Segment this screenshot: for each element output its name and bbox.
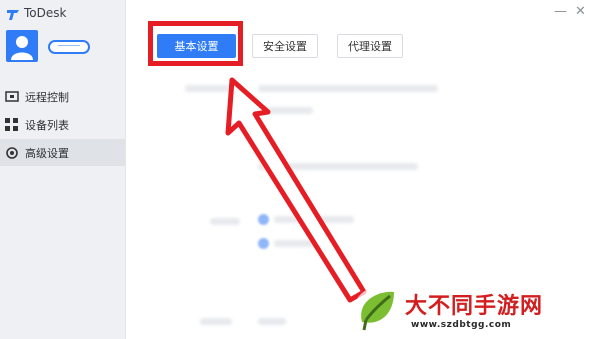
watermark-url: www.szdbtgg.com	[411, 320, 512, 330]
tab-proxy-settings[interactable]: 代理设置	[337, 34, 403, 58]
blurred-setting-value	[258, 85, 438, 92]
sidebar-item-device-list[interactable]: 设备列表	[0, 111, 125, 138]
leaf-logo-icon	[354, 288, 398, 332]
todesk-logo-icon	[7, 10, 19, 20]
close-button[interactable]: ✕	[575, 4, 586, 19]
app-title: ToDesk	[24, 6, 67, 20]
radio-button[interactable]	[258, 238, 269, 249]
sidebar-item-remote-control[interactable]: 远程控制	[0, 83, 125, 110]
sidebar-item-label: 高级设置	[25, 146, 69, 160]
watermark-brand: 大不同手游网	[405, 293, 544, 319]
blurred-setting-value	[258, 318, 286, 325]
blurred-setting-value	[258, 107, 313, 114]
blurred-setting-value	[258, 163, 418, 170]
tab-security-settings[interactable]: 安全设置	[252, 34, 318, 58]
minimize-button[interactable]: —	[554, 4, 567, 19]
sidebar: ToDesk 远程控制 设备列表 高级设置	[0, 0, 126, 339]
sidebar-item-advanced-settings[interactable]: 高级设置	[0, 139, 125, 166]
blurred-radio-label	[274, 240, 319, 247]
grid-icon	[5, 118, 25, 131]
blurred-setting-label	[185, 85, 230, 92]
avatar[interactable]	[6, 30, 38, 62]
blurred-setting-label	[200, 318, 232, 325]
account-status-pill[interactable]	[48, 40, 90, 54]
sidebar-item-label: 远程控制	[25, 90, 69, 104]
sidebar-item-label: 设备列表	[25, 118, 69, 132]
user-icon	[11, 36, 33, 60]
gear-icon	[5, 146, 25, 160]
radio-button[interactable]	[258, 214, 269, 225]
monitor-icon	[5, 90, 25, 103]
blurred-setting-label	[210, 218, 240, 225]
annotation-highlight-box	[148, 21, 243, 66]
blurred-radio-label	[274, 216, 354, 223]
